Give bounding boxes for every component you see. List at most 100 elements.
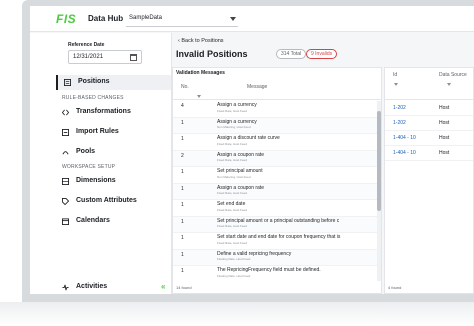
back-to-positions-link[interactable]: ‹ Back to Positions xyxy=(178,38,224,44)
row-count: 4 xyxy=(181,103,184,109)
table-row[interactable]: 1-202 Host xyxy=(385,101,473,116)
table-row[interactable]: 1-404 - 10 Host xyxy=(385,146,473,161)
table-row[interactable]: 1 Set principal amount or a principal out… xyxy=(173,216,377,233)
validation-title: Validation Messages xyxy=(176,70,225,76)
row-subtext: Fixed Rate, Host Feed xyxy=(217,224,248,228)
calendar-icon xyxy=(62,218,69,225)
sidebar-item-activities[interactable]: Activities xyxy=(56,280,171,294)
row-count: 1 xyxy=(181,268,184,274)
filter-icon[interactable] xyxy=(197,95,201,98)
positions-header: Id Data Source xyxy=(385,68,473,100)
sidebar-item-positions[interactable]: Positions xyxy=(56,75,171,90)
row-subtext: Non Maturing, Host Feed xyxy=(217,125,251,129)
chevron-down-icon xyxy=(230,17,236,21)
sidebar-item-label: Calendars xyxy=(76,217,110,224)
row-count: 1 xyxy=(181,251,184,258)
row-subtext: Floating Rate, Host Feed xyxy=(217,273,251,278)
reference-date-label: Reference Date xyxy=(68,42,105,48)
row-message: Set end date xyxy=(217,201,246,207)
import-icon xyxy=(62,129,69,136)
sidebar-item-pools[interactable]: Pools xyxy=(56,145,171,160)
sidebar-item-label: Positions xyxy=(78,78,110,85)
row-subtext: Floating Rate, Host Feed xyxy=(217,257,251,261)
sidebar: Reference Date 12/31/2021 Positions RULE… xyxy=(30,33,172,294)
reference-date-field[interactable]: 12/31/2021 xyxy=(68,50,142,64)
sidebar-item-label: Activities xyxy=(76,283,108,290)
calendar-icon[interactable] xyxy=(130,54,137,61)
fis-logo: FIS xyxy=(56,12,77,26)
scrollbar[interactable] xyxy=(377,101,381,281)
positions-icon xyxy=(64,79,71,86)
sidebar-item-label: Custom Attributes xyxy=(76,197,137,204)
filter-icon[interactable] xyxy=(447,83,451,86)
table-row[interactable]: 1-202 Host xyxy=(385,116,473,131)
dataset-value: SampleData xyxy=(129,15,163,21)
table-row[interactable]: 1 Assign a coupon rate Fixed Rate, Host Fe… xyxy=(173,183,377,200)
row-count: 2 xyxy=(181,152,184,159)
positions-panel: Id Data Source 1-202 Host 1-202 Host 1-404 -… xyxy=(384,67,474,294)
sidebar-item-custom-attributes[interactable]: Custom Attributes xyxy=(56,194,171,209)
row-count: 1 xyxy=(181,185,184,192)
table-row[interactable]: 2 Assign a coupon rate Fixed Rate, Host Fe… xyxy=(173,150,377,167)
row-message: Set principal amount xyxy=(217,168,263,174)
main-content: ‹ Back to Positions Invalid Positions 31… xyxy=(172,33,474,294)
table-row[interactable]: 1-404 - 10 Host xyxy=(385,131,473,146)
position-id-link[interactable]: 1-404 - 10 xyxy=(393,135,416,141)
table-row[interactable]: 1 Set end date Fixed Rate, Host Feed xyxy=(173,200,377,217)
data-source: Host xyxy=(439,135,450,141)
row-message: Assign a currency xyxy=(217,118,257,125)
table-row[interactable]: 1 Set start date and end date for coupon … xyxy=(173,233,377,250)
scrollbar-thumb[interactable] xyxy=(377,111,381,211)
row-count: 1 xyxy=(181,202,184,208)
invalid-badge: 9 Invalids xyxy=(306,49,338,59)
section-header-rule-based: RULE-BASED CHANGES xyxy=(62,95,124,101)
column-header-data-source[interactable]: Data Source xyxy=(439,72,467,78)
back-label: Back to Positions xyxy=(181,38,224,44)
row-subtext: Fixed Rate, Host Feed xyxy=(217,191,248,195)
row-message: Assign a discount rate curve xyxy=(217,135,280,141)
app-window: FIS Data Hub SampleData Reference Date 1… xyxy=(30,6,474,294)
table-row[interactable]: 1 Set principal amount Non Maturing, Host … xyxy=(173,167,377,184)
row-subtext: Fixed Rate, Host Feed xyxy=(217,240,248,245)
position-id-link[interactable]: 1-202 xyxy=(393,120,406,126)
sidebar-item-label: Import Rules xyxy=(76,128,119,135)
app-title: Data Hub xyxy=(88,14,124,23)
pools-icon xyxy=(62,151,69,155)
validation-panel: Validation Messages No. Message 4 Assign … xyxy=(172,67,382,294)
column-header-message[interactable]: Message xyxy=(247,84,267,90)
column-header-no[interactable]: No. xyxy=(181,84,189,90)
dataset-select[interactable]: SampleData xyxy=(126,11,238,27)
row-subtext: Non Maturing, Host Feed xyxy=(217,174,251,179)
reference-date-value: 12/31/2021 xyxy=(73,54,104,60)
sidebar-item-dimensions[interactable]: Dimensions xyxy=(56,174,171,189)
table-row[interactable]: 4 Assign a currency Fixed Rate, Host Feed xyxy=(173,101,377,118)
top-bar: FIS Data Hub SampleData xyxy=(30,6,474,32)
table-row[interactable]: 1 Assign a currency Non Maturing, Host Fee… xyxy=(173,117,377,134)
validation-header: No. Message xyxy=(173,80,381,100)
code-icon xyxy=(62,109,69,116)
activities-icon xyxy=(62,284,69,291)
row-message: Define a valid repricing frequency xyxy=(217,250,292,257)
row-message: Assign a coupon rate xyxy=(217,151,264,158)
filter-icon[interactable] xyxy=(394,83,398,86)
sidebar-item-import-rules[interactable]: Import Rules xyxy=(56,125,171,140)
row-subtext: Fixed Rate, Host Feed xyxy=(217,207,248,212)
section-header-workspace: WORKSPACE SETUP xyxy=(62,164,116,170)
table-row[interactable]: 1 The RepricingFrequency field must be de… xyxy=(173,266,377,281)
row-count: 1 xyxy=(181,136,184,142)
tag-icon xyxy=(62,198,69,205)
table-row[interactable]: 1 Assign a discount rate curve Fixed Rate,… xyxy=(173,134,377,151)
sidebar-item-label: Dimensions xyxy=(76,177,116,184)
position-id-link[interactable]: 1-202 xyxy=(393,105,406,111)
sidebar-item-transformations[interactable]: Transformations xyxy=(56,105,171,120)
sidebar-item-calendars[interactable]: Calendars xyxy=(56,214,171,229)
collapse-sidebar-button[interactable]: « xyxy=(161,282,165,291)
row-subtext: Fixed Rate, Host Feed xyxy=(217,141,248,146)
column-header-id[interactable]: Id xyxy=(393,72,397,78)
position-id-link[interactable]: 1-404 - 10 xyxy=(393,150,416,156)
table-row[interactable]: 1 Define a valid repricing frequency Float… xyxy=(173,249,377,266)
validation-rows: 4 Assign a currency Fixed Rate, Host Feed 1… xyxy=(173,101,377,281)
row-subtext: Fixed Rate, Host Feed xyxy=(217,108,248,113)
data-source: Host xyxy=(439,120,450,126)
row-count: 1 xyxy=(181,119,184,126)
